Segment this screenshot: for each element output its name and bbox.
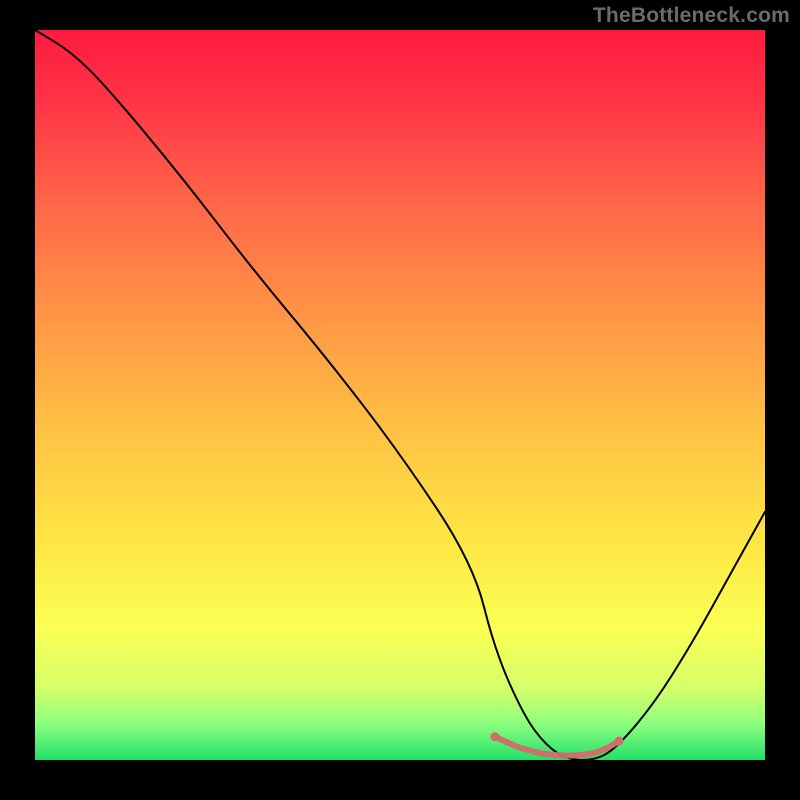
chart-svg xyxy=(35,30,765,760)
chart-background xyxy=(35,30,765,760)
chart-plot xyxy=(35,30,765,760)
watermark-text: TheBottleneck.com xyxy=(593,4,790,28)
optimal-band-endpoint xyxy=(615,737,624,746)
chart-container: TheBottleneck.com xyxy=(0,0,800,800)
optimal-band-endpoint xyxy=(490,732,499,741)
